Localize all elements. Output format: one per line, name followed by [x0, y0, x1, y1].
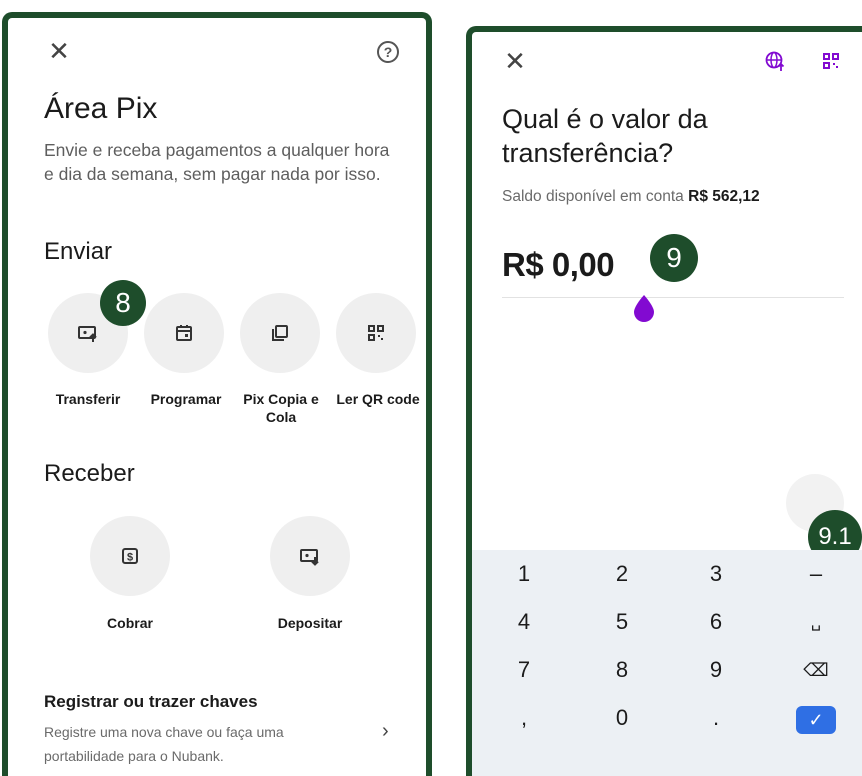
transfer-label: Transferir — [55, 391, 121, 407]
key-space[interactable]: ␣ — [786, 602, 846, 642]
qr-code-icon — [368, 325, 384, 341]
transfer-amount-screen: ✕ Qual é o valor da transferência? Saldo… — [466, 26, 862, 776]
charge-icon: $ — [122, 548, 138, 564]
pix-copy-paste-label: Pix Copia e Cola — [243, 391, 319, 425]
register-keys-row[interactable]: Registrar ou trazer chaves Registre uma … — [38, 686, 418, 776]
close-icon: ✕ — [504, 46, 526, 76]
schedule-label: Programar — [150, 391, 222, 407]
charge-label: Cobrar — [107, 615, 153, 631]
step-badge-8: 8 — [100, 280, 146, 326]
key-3[interactable]: 3 — [686, 554, 746, 594]
deposit-button[interactable] — [270, 516, 350, 596]
page-title: Área Pix — [44, 92, 158, 125]
amount-question: Qual é o valor da transferência? — [502, 104, 708, 168]
key-9[interactable]: 9 — [686, 650, 746, 690]
charge-button[interactable]: $ — [90, 516, 170, 596]
deposit-icon — [300, 549, 319, 566]
read-qr-code-label: Ler QR code — [336, 391, 420, 407]
qr-code-icon — [823, 53, 839, 69]
international-transfer-button[interactable] — [762, 48, 788, 74]
key-1[interactable]: 1 — [494, 554, 554, 594]
key-0[interactable]: 0 — [592, 698, 652, 738]
key-confirm[interactable]: ✓ — [796, 706, 836, 734]
send-section-title: Enviar — [44, 238, 113, 265]
amount-value: R$ 0,00 — [502, 246, 615, 283]
key-minus[interactable]: – — [786, 554, 846, 594]
key-8[interactable]: 8 — [592, 650, 652, 690]
key-5[interactable]: 5 — [592, 602, 652, 642]
schedule-button[interactable] — [144, 293, 224, 373]
text-cursor-handle[interactable] — [632, 294, 656, 322]
deposit-label: Depositar — [277, 615, 343, 631]
key-period[interactable]: . — [686, 698, 746, 738]
cursor-drop-icon — [634, 295, 654, 322]
page-description: Envie e receba pagamentos a qualquer hor… — [44, 140, 390, 184]
balance-label: Saldo disponível em conta — [502, 188, 684, 205]
close-button[interactable]: ✕ — [502, 48, 528, 74]
key-comma[interactable]: , — [494, 698, 554, 738]
svg-text:$: $ — [127, 552, 133, 564]
close-button[interactable]: ✕ — [46, 38, 72, 64]
help-button[interactable]: ? — [374, 38, 402, 66]
help-icon: ? — [377, 41, 399, 63]
calendar-icon — [176, 325, 192, 341]
numeric-keyboard: 1 2 3 – 4 5 6 ␣ 7 8 9 ⌫ , 0 . ✓ — [472, 550, 862, 776]
register-keys-title: Registrar ou trazer chaves — [44, 692, 258, 711]
key-backspace[interactable]: ⌫ — [786, 650, 846, 690]
receive-section-title: Receber — [44, 460, 135, 487]
key-2[interactable]: 2 — [592, 554, 652, 594]
pix-copy-paste-button[interactable] — [240, 293, 320, 373]
copy-icon — [272, 325, 288, 341]
pix-area-screen: ✕ ? Área Pix Envie e receba pagamentos a… — [2, 12, 432, 776]
step-badge-9: 9 — [650, 234, 698, 282]
key-7[interactable]: 7 — [494, 650, 554, 690]
transfer-icon — [78, 326, 97, 342]
key-6[interactable]: 6 — [686, 602, 746, 642]
register-keys-description: Registre uma nova chave ou faça uma port… — [44, 724, 284, 764]
read-qr-code-button[interactable] — [336, 293, 416, 373]
key-4[interactable]: 4 — [494, 602, 554, 642]
chevron-right-icon: › — [382, 720, 389, 742]
globe-upload-icon — [765, 51, 785, 71]
available-balance: Saldo disponível em conta R$ 562,12 — [502, 188, 760, 206]
close-icon: ✕ — [48, 36, 70, 66]
balance-value: R$ 562,12 — [688, 188, 760, 205]
qr-code-button[interactable] — [818, 48, 844, 74]
